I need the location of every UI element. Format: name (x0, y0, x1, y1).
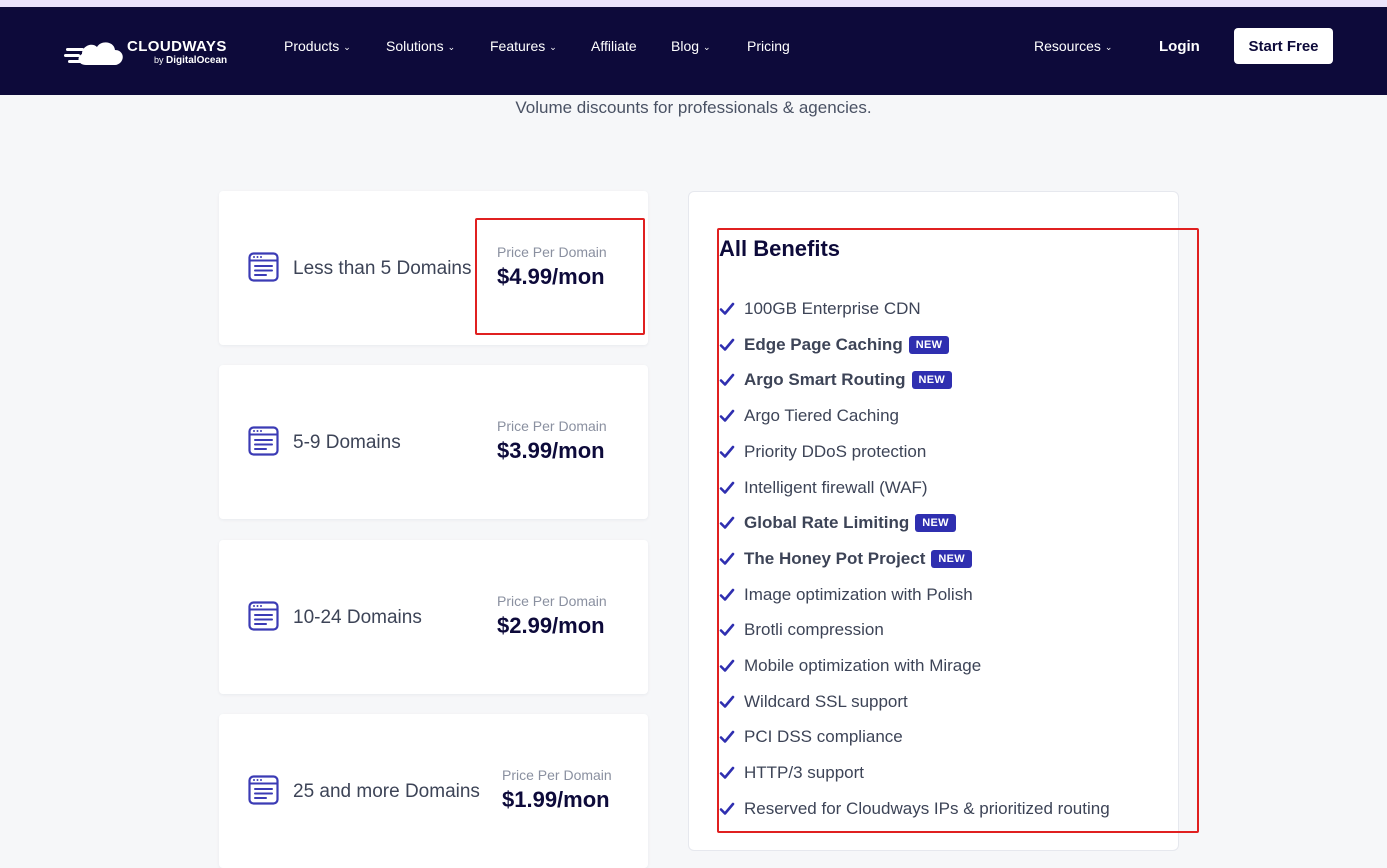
tier-card: 25 and more Domains Price Per Domain $1.… (219, 714, 648, 868)
price-per-domain-label: Price Per Domain (497, 593, 607, 609)
tier-label: 10-24 Domains (293, 607, 422, 628)
browser-window-icon (248, 775, 279, 805)
tier-card: 10-24 Domains Price Per Domain $2.99/mon (219, 540, 648, 694)
chevron-down-icon: ⌄ (343, 42, 351, 52)
nav-solutions-label: Solutions (386, 38, 444, 54)
chevron-down-icon: ⌄ (447, 42, 456, 52)
browser-window-icon (248, 426, 279, 456)
price-per-domain-label: Price Per Domain (497, 418, 607, 434)
brand-name: CLOUDWAYS (127, 38, 227, 55)
price-per-domain-label: Price Per Domain (502, 767, 612, 783)
pricing-subtitle: Volume discounts for professionals & age… (515, 98, 872, 117)
nav-pricing[interactable]: Pricing (747, 38, 790, 54)
tier-card: 5-9 Domains Price Per Domain $3.99/mon (219, 365, 648, 519)
browser-window-icon (248, 601, 279, 631)
nav-solutions[interactable]: Solutions ⌄ (386, 38, 455, 56)
nav-blog-label: Blog (671, 38, 700, 54)
chevron-down-icon: ⌄ (549, 42, 557, 52)
chevron-down-icon: ⌄ (1104, 42, 1113, 52)
chevron-down-icon: ⌄ (703, 42, 711, 52)
nav-resources-label: Resources (1034, 38, 1101, 54)
nav-products-label: Products (284, 38, 340, 54)
brand-by: by (154, 55, 164, 65)
nav-pricing-label: Pricing (747, 38, 790, 54)
nav-products[interactable]: Products ⌄ (284, 38, 351, 56)
nav-blog[interactable]: Blog ⌄ (671, 38, 711, 56)
brand-owner: DigitalOcean (166, 55, 228, 66)
tier-label: Less than 5 Domains (293, 258, 472, 279)
highlight-box-benefits (717, 228, 1199, 833)
tier-price: $1.99/mon (502, 787, 610, 812)
cloud-logo-icon (64, 42, 123, 65)
browser-window-icon (248, 252, 279, 282)
start-free-button[interactable]: Start Free (1234, 28, 1333, 64)
nav-affiliate-label: Affiliate (591, 38, 637, 54)
nav-resources[interactable]: Resources ⌄ (1034, 38, 1112, 56)
nav-features[interactable]: Features ⌄ (490, 38, 557, 56)
brand-byline: by DigitalOcean (154, 55, 227, 66)
tier-price: $3.99/mon (497, 438, 605, 463)
nav-features-label: Features (490, 38, 546, 54)
cloudways-logo[interactable]: CLOUDWAYS by DigitalOcean (64, 35, 234, 75)
tier-label: 25 and more Domains (293, 781, 480, 802)
login-link[interactable]: Login (1159, 38, 1200, 55)
nav-affiliate[interactable]: Affiliate (591, 38, 637, 54)
tier-price: $2.99/mon (497, 613, 605, 638)
tier-label: 5-9 Domains (293, 432, 401, 453)
highlight-box-price (475, 218, 645, 335)
navbar: CLOUDWAYS by DigitalOcean Products ⌄ Solu… (0, 7, 1387, 95)
top-accent-strip (0, 0, 1387, 7)
